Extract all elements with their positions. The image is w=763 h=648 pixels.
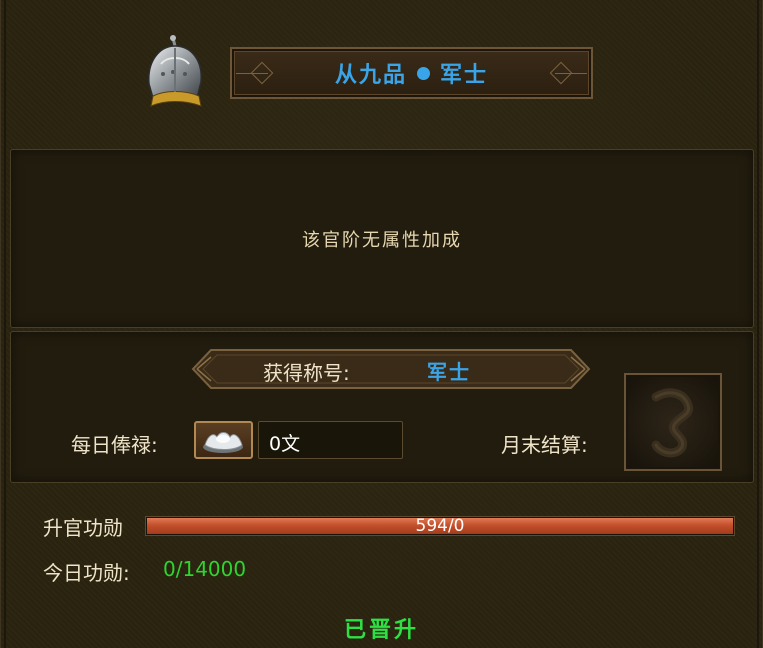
promotion-status: 已晋升 xyxy=(343,617,419,643)
daily-salary-value: 0文 xyxy=(269,433,301,455)
promotion-merit-label: 升官功勋 xyxy=(43,516,123,540)
promotion-merit-progress-bar: 594/0 xyxy=(145,516,735,536)
attribute-bonus-text: 该官阶无属性加成 xyxy=(302,229,462,251)
rank-title: 军士 xyxy=(440,62,489,88)
rank-window: 从九品 军士 该官阶无属性加成 获得称号: 军士 每日俸禄: 0文 月末结算: … xyxy=(0,0,763,648)
honor-title-label: 获得称号: xyxy=(263,361,350,385)
daily-salary-label: 每日俸禄: xyxy=(71,433,158,457)
daily-salary-field: 0文 xyxy=(258,421,403,459)
honor-title-plate: 获得称号: 军士 xyxy=(191,348,591,390)
rank-title-plate: 从九品 军士 xyxy=(230,47,593,99)
separator-dot-icon xyxy=(417,66,430,80)
reward-panel: 获得称号: 军士 每日俸禄: 0文 月末结算: xyxy=(10,331,754,483)
iron-helmet-icon xyxy=(141,34,211,114)
honor-title-value: 军士 xyxy=(427,360,471,384)
diamond-ornament-icon xyxy=(250,61,274,85)
rank-grade: 从九品 xyxy=(334,62,407,88)
today-merit-label: 今日功勋: xyxy=(43,561,130,585)
month-end-settlement-label: 月末结算: xyxy=(501,433,588,457)
attribute-panel: 该官阶无属性加成 xyxy=(10,149,754,328)
diamond-ornament-icon xyxy=(549,61,573,85)
today-merit-value: 0/14000 xyxy=(163,557,247,581)
silver-ingot-icon xyxy=(194,421,253,459)
seal-medal-icon[interactable] xyxy=(624,373,722,471)
promotion-merit-value: 594/0 xyxy=(415,516,465,536)
